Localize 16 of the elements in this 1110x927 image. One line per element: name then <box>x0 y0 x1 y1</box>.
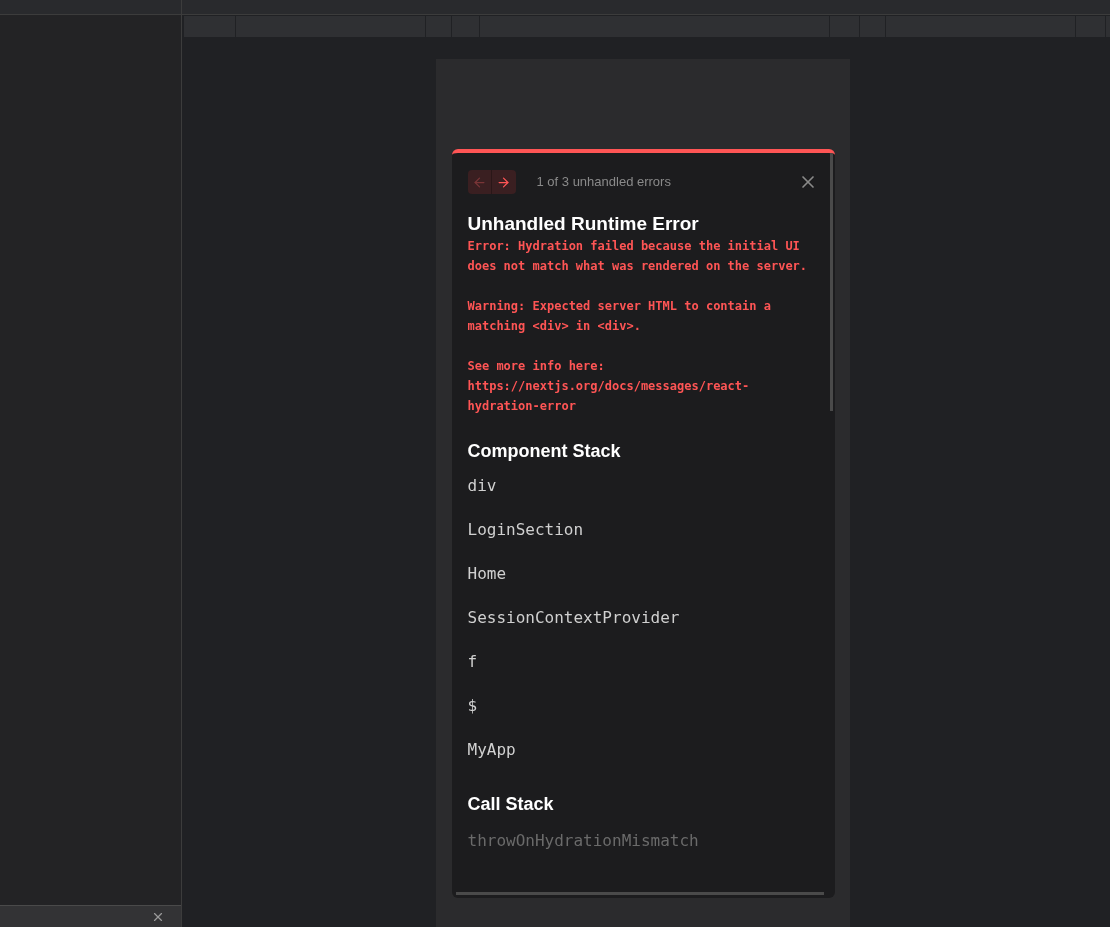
stack-frame: div <box>467 475 497 497</box>
stack-frame: $ <box>467 695 478 717</box>
stack-frame: MyApp <box>467 739 516 761</box>
stack-frame: Home <box>467 563 507 585</box>
error-count: 1 of 3 unhandled errors <box>536 173 671 192</box>
error-message: Error: Hydration failed because the initial UI does not match what was rendered on the server. <box>467 238 809 275</box>
stack-frame: LoginSection <box>467 519 584 541</box>
section-heading: Call Stack <box>467 793 555 816</box>
stack-frame: f <box>467 651 478 673</box>
stack-frame: throwOnHydrationMismatch <box>467 830 699 852</box>
error-title: Unhandled Runtime Error <box>467 212 700 236</box>
section-heading: Component Stack <box>467 440 622 463</box>
error-message: Warning: Expected server HTML to contain a matching <div> in <div>. <box>467 298 772 335</box>
error-message: See more info here: https://nextjs.org/docs/messages/react-hydration-error <box>467 358 751 415</box>
arrow-right-icon <box>496 174 511 190</box>
stack-frame: SessionContextProvider <box>467 607 680 629</box>
